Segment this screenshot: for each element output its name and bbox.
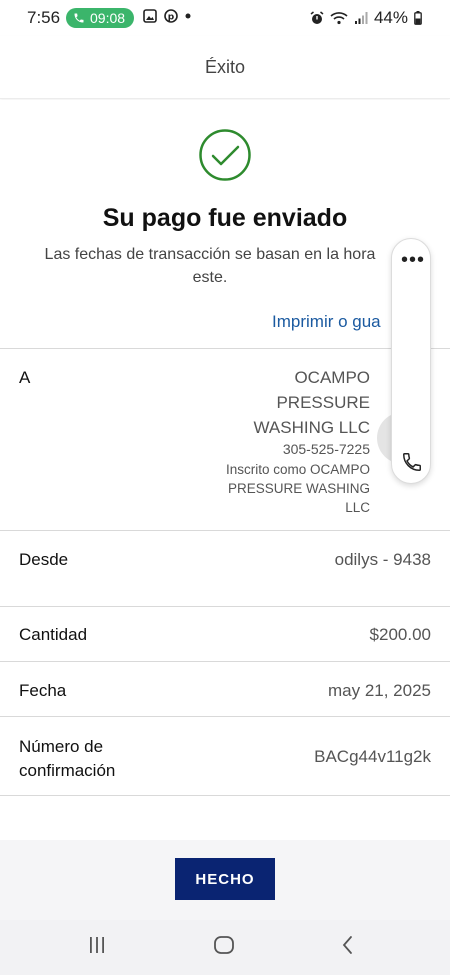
back-icon[interactable] [340,935,356,955]
success-title: Su pago fue enviado [102,204,348,232]
svg-text:p: p [168,13,175,23]
recent-apps-icon[interactable] [87,935,107,955]
from-label: Desde [19,550,69,569]
battery-icon [414,11,422,25]
notification-icons: p [143,9,191,23]
signal-icon [354,12,368,24]
registered-line: Inscrito como OCAMPO [225,462,370,477]
phone-call-icon [74,13,84,23]
divider [0,530,450,531]
divider [0,661,450,662]
system-icons: 44% [310,8,422,28]
recipient-label: A [19,368,31,387]
recipient-registered-name: Inscrito como OCAMPO PRESSURE WASHING LL… [190,460,370,517]
phone-icon[interactable] [401,451,423,473]
call-timer: 09:08 [90,10,126,26]
alarm-icon [310,11,324,24]
divider [0,606,450,607]
system-nav-bar [0,920,450,975]
divider [0,795,450,796]
success-subtitle: Las fechas de transacción se basan en la… [44,246,376,286]
wifi-icon [330,12,348,25]
date-label: Fecha [19,681,67,700]
page-title: Éxito [204,57,246,77]
gallery-icon [143,9,157,23]
confirmation-label-line: confirmación [19,761,116,780]
registered-line: LLC [345,500,370,515]
recipient-name-line: WASHING LLC [253,418,370,437]
home-icon[interactable] [213,935,235,955]
recipient-name-line: OCAMPO [294,368,370,387]
battery-percent: 44% [373,8,408,27]
action-area: HECHO [0,840,450,920]
ongoing-call-pill[interactable]: 09:08 [66,8,134,28]
recipient-phone: 305-525-7225 [282,441,370,457]
from-account-value: odilys - 9438 [334,550,431,569]
confirmation-label: Número de confirmación [19,735,115,783]
divider [0,716,450,717]
floating-call-panel[interactable]: ••• [391,238,431,484]
amount-value: $200.00 [369,625,431,644]
amount-label: Cantidad [19,625,88,644]
status-time: 7:56 [27,8,61,27]
registered-line: PRESSURE WASHING [227,481,370,496]
pinterest-icon: p [164,9,178,23]
top-header: Éxito [0,36,450,99]
confirmation-number: BACg44v11g2k [314,747,431,766]
recipient-name: OCAMPO PRESSURE WASHING LLC [190,365,370,440]
date-value: may 21, 2025 [327,681,431,700]
done-button[interactable]: HECHO [175,858,275,900]
print-or-save-link[interactable]: Imprimir o gua [272,312,381,332]
more-notifications-dot-icon [185,13,191,19]
status-bar: 7:56 09:08 p 44% [0,0,450,36]
confirmation-label-line: Número de [19,737,104,756]
divider [0,348,450,349]
recipient-name-line: PRESSURE [276,393,370,412]
success-check-icon [199,129,251,181]
more-dots-icon[interactable]: ••• [401,250,425,270]
